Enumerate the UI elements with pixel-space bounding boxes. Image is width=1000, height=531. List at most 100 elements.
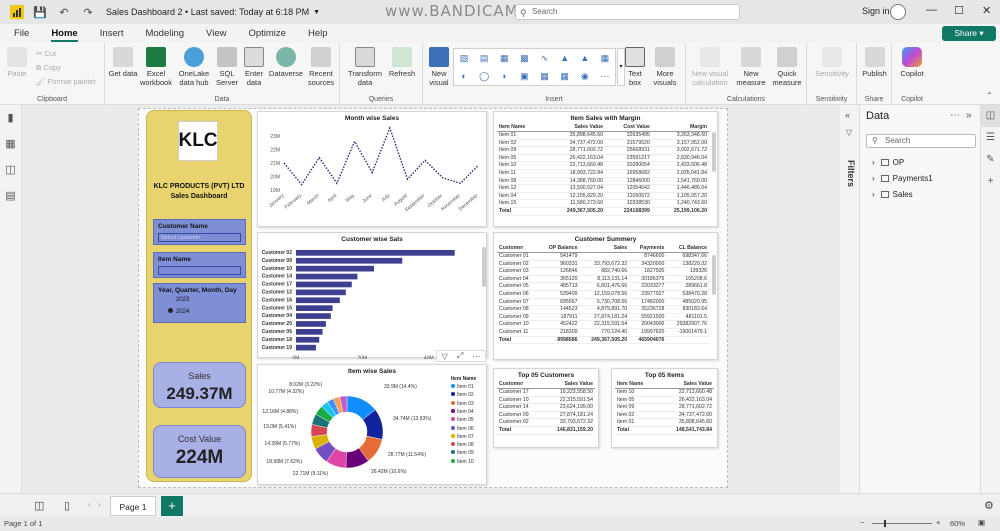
dataverse-button[interactable]: Dataverse — [267, 47, 305, 78]
gallery-map-icon[interactable]: ◉ — [575, 67, 595, 85]
fit-page-icon[interactable]: ▣ — [978, 518, 985, 527]
share-button[interactable]: Share ▾ — [942, 26, 996, 41]
document-title[interactable]: Sales Dashboard 2 • Last saved: Today at… — [106, 7, 309, 17]
legend-item[interactable]: Item 09 — [451, 450, 474, 456]
gallery-more-icon[interactable]: ⋯ — [595, 67, 615, 85]
column-header[interactable]: Margin — [651, 123, 709, 132]
tab-optimize[interactable]: Optimize — [248, 24, 285, 43]
data-search-input[interactable]: ⚲ Search — [866, 134, 976, 148]
table-row[interactable]: Item 05 26,422,163.04 23591217 2,830,946.04 — [497, 154, 709, 163]
build-visual-icon[interactable]: ✎ — [981, 149, 1000, 171]
customer-summary-table[interactable]: Customer Summery Customer OP Balance Sal… — [493, 232, 718, 360]
legend-item[interactable]: Item 07 — [451, 433, 474, 440]
scrollbar[interactable] — [712, 132, 716, 172]
text-box-button[interactable]: Text box — [625, 47, 645, 87]
column-header[interactable]: Item Name — [615, 380, 658, 389]
copy-button[interactable]: ⧉ Copy — [36, 63, 61, 73]
table-total-row[interactable]: Total 249,367,505.20 224168399 25,199,106.2… — [497, 206, 709, 216]
paste-button[interactable]: Paste — [4, 47, 30, 78]
add-pane-icon[interactable]: + — [981, 171, 1000, 193]
customer-name-slicer[interactable]: Customer Name Select customer — [153, 219, 246, 245]
table-row[interactable]: Customer 07 695567 5,730,708.56 17482000 485… — [497, 298, 709, 307]
transform-data-button[interactable]: Transform data — [346, 47, 384, 87]
model-view-icon[interactable]: ◫ — [0, 157, 21, 183]
mobile-layout-icon[interactable]: ▯ — [64, 499, 70, 512]
zoom-out-icon[interactable]: − — [860, 518, 864, 527]
top-customers-table[interactable]: Top 05 Customers Customer Sales Value Cu… — [493, 368, 599, 448]
column-header[interactable]: Payments — [629, 244, 667, 253]
quick-measure-button[interactable]: Quick measure — [770, 47, 804, 87]
sensitivity-button[interactable]: Sensitivity — [811, 47, 853, 78]
gallery-column-icon[interactable]: ▤ — [474, 49, 494, 67]
year-option-2024[interactable]: 2024 — [168, 308, 189, 315]
year-option-2023[interactable]: 2023 — [176, 297, 189, 303]
item-sales-margin-table[interactable]: Item Sales with Margin Item Name Sales V… — [493, 111, 718, 227]
onelake-button[interactable]: OneLake data hub — [175, 47, 213, 87]
table-row[interactable]: Item 15 11,580,273.60 10338530 1,240,743.60 — [497, 199, 709, 208]
table-total-row[interactable]: Total 148,541,743.84 — [615, 425, 714, 435]
more-options-icon[interactable]: ⋯ — [472, 352, 480, 361]
sign-in-link[interactable]: Sign in — [862, 6, 890, 16]
scrollbar[interactable] — [712, 255, 716, 295]
field-table-op[interactable]: › OP — [872, 158, 904, 167]
new-visual-calculation-button[interactable]: New visual calculation — [690, 47, 730, 87]
column-header[interactable]: Sales Value — [657, 380, 714, 389]
gallery-expand-icon[interactable]: ▾ — [617, 48, 625, 86]
column-header[interactable]: Item Name — [497, 123, 544, 132]
gallery-matrix-icon[interactable]: ▦ — [555, 67, 575, 85]
column-header[interactable]: Sales — [579, 244, 630, 253]
table-row[interactable]: Item 11 18,993,722.84 16958682 2,035,041.84 — [497, 169, 709, 178]
format-painter-button[interactable]: 🖌 Format painter — [36, 77, 96, 86]
table-row[interactable]: Customer 09 187911 27,874,181.24 55921500 48… — [497, 313, 709, 322]
recent-sources-button[interactable]: Recent sources — [305, 47, 337, 87]
table-row[interactable]: Customer 05 485713 6,601,476.66 22033377 289… — [497, 282, 709, 291]
field-table-payments1[interactable]: › Payments1 — [872, 174, 933, 183]
column-header[interactable]: Sales Value — [543, 123, 605, 132]
excel-workbook-button[interactable]: Excel workbook — [138, 47, 174, 87]
table-row[interactable]: Customer 01 541479 8746600 698347.66 — [497, 252, 709, 261]
customer-wise-sales-chart[interactable]: Customer wise Sals Customer 02 Customer 0… — [257, 232, 487, 359]
gallery-line-icon[interactable]: ∿ — [535, 49, 555, 67]
table-row[interactable]: Customer 04 365120 8,113,131.14 30186375 105… — [497, 275, 709, 284]
tab-home[interactable]: Home — [51, 24, 79, 43]
table-view-icon[interactable]: ▦ — [0, 131, 21, 157]
more-visuals-button[interactable]: More visuals — [649, 47, 681, 87]
previous-page-icon[interactable]: ‹ — [88, 500, 91, 509]
filter-icon[interactable]: ▽ — [442, 352, 448, 361]
legend-item[interactable]: Item 06 — [451, 425, 474, 432]
maximize-icon[interactable]: ☐ — [954, 4, 964, 17]
table-total-row[interactable]: Total 146,831,159.20 — [497, 425, 595, 435]
gallery-ribbon-icon[interactable]: ▦ — [595, 49, 615, 67]
table-total-row[interactable]: Total 8998586 249,367,505.20 465904076 — [497, 335, 709, 345]
table-row[interactable]: Customer 06 539409 12,159,078.56 23977927 53… — [497, 290, 709, 299]
collapse-pane-icon[interactable]: » — [966, 110, 972, 121]
table-row[interactable]: Customer 10 452422 22,315,591.54 20043006 29… — [497, 320, 709, 329]
next-page-icon[interactable]: › — [98, 500, 101, 509]
table-row[interactable]: Customer 03 126846 882,740.66 1827500 139326 — [497, 267, 709, 276]
dax-view-icon[interactable]: ▤ — [0, 183, 21, 209]
gallery-pie-icon[interactable]: ◐ — [454, 67, 474, 85]
tab-insert[interactable]: Insert — [100, 24, 124, 43]
table-row[interactable]: Item 09 28,771,602.72 25668931 3,092,671.72 — [497, 146, 709, 155]
avatar-icon[interactable] — [890, 4, 906, 20]
gallery-card-icon[interactable]: ▣ — [514, 67, 534, 85]
get-data-button[interactable]: Get data — [108, 47, 138, 78]
column-header[interactable]: Cost Value — [604, 123, 652, 132]
page-tab-page-1[interactable]: Page 1 — [110, 496, 156, 516]
filters-label[interactable]: Filters — [846, 160, 856, 187]
settings-icon[interactable]: ⚙ — [984, 499, 994, 512]
refresh-button[interactable]: Refresh — [386, 47, 418, 78]
data-pane-icon[interactable]: ◫ — [981, 105, 1000, 127]
report-view-icon[interactable]: ▮ — [0, 105, 21, 131]
customer-dropdown[interactable]: Select customer — [158, 233, 241, 242]
visual-gallery[interactable]: ▧ ▤ ▦ ▩ ∿ ▲ ▲ ▦ ◐ ◯ ◗ ▣ ▦ ▦ ◉ ⋯ — [453, 48, 616, 86]
tab-view[interactable]: View — [206, 24, 226, 43]
sql-server-button[interactable]: SQL Server — [213, 47, 241, 87]
legend-item[interactable]: Item 05 — [451, 417, 474, 423]
table-row[interactable]: Customer 08 144523 4,879,891.70 35236728 830… — [497, 305, 709, 314]
gallery-bar-icon[interactable]: ▧ — [454, 49, 474, 67]
month-wise-sales-chart[interactable]: Month wise Sales 23M 22M 21M 20M 19M January F… — [257, 111, 487, 227]
table-row[interactable]: Customer 10 22,315,591.54 — [497, 396, 595, 405]
column-header[interactable]: Customer — [497, 244, 539, 253]
legend-item[interactable]: Item 04 — [451, 408, 474, 415]
